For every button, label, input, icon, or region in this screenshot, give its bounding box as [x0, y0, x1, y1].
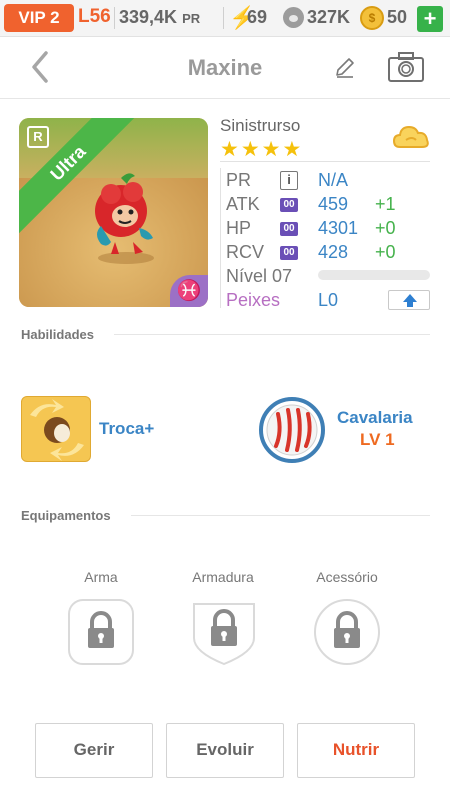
equipment-section-title: Equipamentos: [21, 508, 111, 523]
skill2-name: Cavalaria: [337, 408, 413, 427]
swap-icon: [30, 399, 84, 461]
hp-bonus: +0: [375, 218, 396, 238]
monster-name: Sinistrurso: [220, 116, 301, 135]
feed-button[interactable]: Nutrir: [297, 723, 415, 778]
power-unit: PR: [182, 11, 201, 26]
swap-skill-icon[interactable]: [21, 396, 91, 462]
paw-icon: [283, 7, 304, 28]
divider: [114, 7, 115, 29]
hp-value: 4301: [318, 218, 359, 238]
rcv-label: RCV: [226, 242, 265, 262]
cloud-icon: [392, 125, 429, 148]
skill2-level: LV 1: [360, 430, 395, 449]
peixes-label: Peixes: [226, 290, 281, 310]
coin-count: 50: [387, 7, 408, 27]
armor-label: Armadura: [192, 569, 254, 585]
pisces-icon: ♓: [170, 275, 208, 307]
hp-label: HP: [226, 218, 252, 238]
rcv-value: 428: [318, 242, 349, 262]
weapon-label: Arma: [84, 569, 118, 585]
atk-value: 459: [318, 194, 349, 214]
skill1-name: Troca+: [99, 419, 155, 438]
claw-skill-icon[interactable]: [258, 396, 326, 464]
armor-slot-lock-icon[interactable]: [190, 598, 258, 666]
status-bar: VIP 2 L56 339,4K PR ⚡ 69 327K $ 50 +: [0, 0, 450, 37]
rcv-badge: 00: [280, 246, 298, 260]
hp-badge: 00: [280, 222, 298, 236]
camera-icon[interactable]: [387, 51, 425, 83]
add-coins-button[interactable]: +: [417, 6, 443, 32]
coin-icon: $: [360, 6, 384, 30]
manage-button[interactable]: Gerir: [35, 723, 153, 778]
monster-sprite: [95, 173, 154, 264]
divider: [223, 7, 224, 29]
peixes-value: L0: [318, 290, 339, 310]
skills-section-title: Habilidades: [21, 327, 94, 342]
divider: [220, 161, 430, 162]
page-title: Maxine: [187, 55, 263, 80]
divider: [114, 334, 430, 335]
atk-badge: 00: [280, 198, 298, 212]
atk-bonus: +1: [375, 194, 396, 214]
monster-portrait[interactable]: Ultra R ♓: [19, 118, 208, 307]
vip-badge[interactable]: VIP 2: [4, 4, 74, 32]
page-header: Maxine: [0, 37, 450, 99]
rcv-bonus: +0: [375, 242, 396, 262]
info-icon[interactable]: i: [280, 171, 298, 190]
weapon-slot-lock-icon[interactable]: [67, 598, 135, 666]
divider: [131, 515, 430, 516]
player-level: L56: [78, 6, 111, 27]
pencil-icon[interactable]: [333, 55, 357, 79]
atk-label: ATK: [226, 194, 260, 214]
star-rating: ★★★★: [220, 138, 304, 161]
accessory-label: Acessório: [316, 569, 378, 585]
evolve-button[interactable]: Evoluir: [166, 723, 284, 778]
power-value: 339,4K: [119, 7, 178, 27]
pr-value: N/A: [318, 170, 349, 190]
stamina-count: 69: [247, 7, 268, 27]
pr-label: PR: [226, 170, 252, 190]
accessory-slot-lock-icon[interactable]: [313, 598, 381, 666]
upgrade-arrow-button[interactable]: [388, 290, 430, 310]
divider: [220, 168, 221, 308]
level-label: Nível 07: [226, 266, 293, 286]
xp-progress-bar: [318, 270, 430, 280]
food-count: 327K: [307, 7, 351, 27]
player-power: 339,4K PR: [119, 7, 200, 28]
rank-badge: R: [27, 126, 49, 148]
